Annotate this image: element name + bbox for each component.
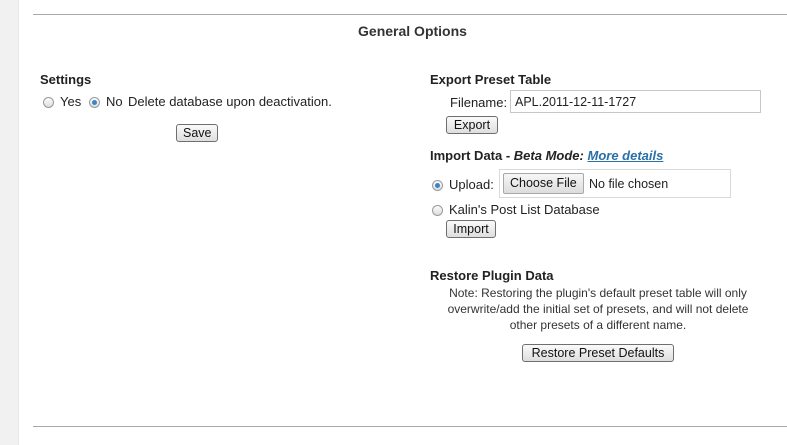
settings-title: Settings [40, 72, 92, 87]
choose-file-button[interactable]: Choose File [503, 173, 584, 194]
import-title-prefix: Import Data - [430, 148, 514, 163]
no-radio[interactable] [89, 97, 100, 108]
yes-radio[interactable] [43, 97, 54, 108]
file-upload-field[interactable]: Choose File No file chosen [499, 169, 731, 198]
export-button[interactable]: Export [446, 116, 498, 134]
page-title: General Options [358, 23, 467, 39]
top-divider [33, 14, 787, 15]
filename-input[interactable] [510, 90, 761, 113]
restore-note-line-2: overwrite/add the initial set of presets… [447, 302, 749, 316]
upload-label: Upload: [449, 177, 494, 192]
kalin-db-label: Kalin's Post List Database [449, 202, 600, 217]
import-title: Import Data - Beta Mode: More details [430, 148, 663, 163]
import-title-beta: Beta Mode: [513, 148, 584, 163]
options-page: General Options Settings Yes No Delete d… [0, 0, 787, 445]
left-gutter [0, 0, 19, 445]
yes-label: Yes [60, 94, 82, 109]
upload-radio[interactable] [432, 180, 443, 191]
no-file-chosen-text: No file chosen [589, 177, 669, 191]
save-button[interactable]: Save [176, 124, 218, 142]
restore-note-line-3: other presets of a different name. [509, 318, 687, 332]
no-label: No [106, 94, 123, 109]
restore-title: Restore Plugin Data [430, 268, 554, 283]
import-button[interactable]: Import [446, 220, 496, 238]
filename-label: Filename: [450, 95, 508, 110]
restore-note-line-1: Note: Restoring the plugin's default pre… [449, 286, 747, 300]
restore-preset-defaults-button[interactable]: Restore Preset Defaults [522, 344, 674, 362]
delete-db-description: Delete database upon deactivation. [128, 94, 332, 109]
more-details-link[interactable]: More details [587, 148, 663, 163]
restore-note: Note: Restoring the plugin's default pre… [438, 285, 758, 333]
export-title: Export Preset Table [430, 72, 552, 87]
kalin-db-radio[interactable] [432, 205, 443, 216]
bottom-divider [33, 426, 787, 427]
